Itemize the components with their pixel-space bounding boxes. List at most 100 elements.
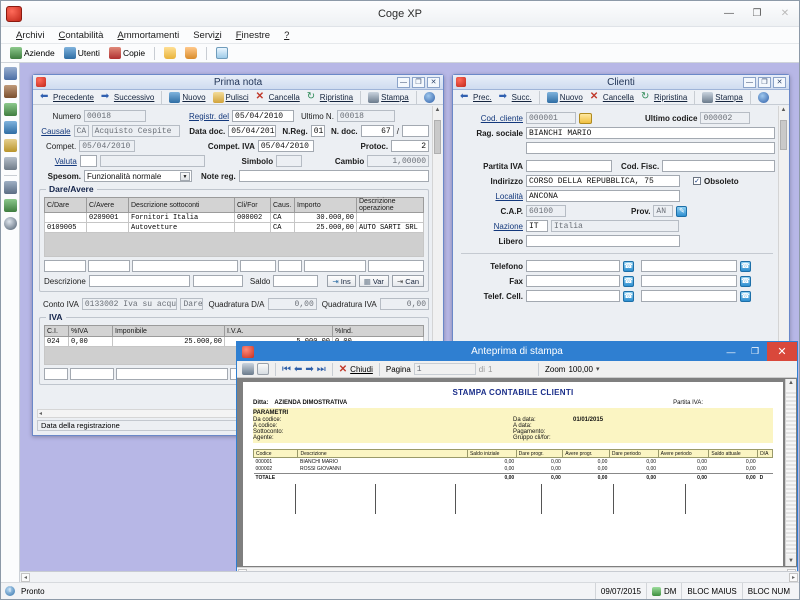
entry-caus[interactable] bbox=[278, 260, 302, 272]
prima-nota-close-button[interactable]: ✕ bbox=[427, 77, 440, 88]
scroll-up-arrow-icon[interactable]: ▲ bbox=[786, 379, 796, 388]
scroll-up-arrow-icon[interactable]: ▲ bbox=[779, 106, 788, 115]
toolbar-button-aziende[interactable]: Aziende bbox=[7, 47, 58, 59]
entry-row[interactable] bbox=[44, 260, 424, 272]
clienti-restore-button[interactable]: ❐ bbox=[758, 77, 771, 88]
menu-item-finestre[interactable]: Finestre bbox=[229, 30, 277, 41]
field-cap[interactable]: 60100 bbox=[526, 205, 566, 217]
grid-dare-avere[interactable]: C/Dare C/Avere Descrizione sottoconti Cl… bbox=[44, 197, 424, 233]
table-row[interactable]: 0109005 Autovetture CA 25.000,00 AUTO SA… bbox=[45, 223, 424, 233]
clienti-button-cancella[interactable]: ✕ Cancella bbox=[587, 92, 637, 103]
chevron-down-icon[interactable]: ▾ bbox=[596, 365, 600, 373]
checkbox-obsoleto[interactable]: ✓ bbox=[693, 177, 701, 185]
anteprima-pagina-input[interactable]: 1 bbox=[414, 363, 476, 375]
scroll-track[interactable] bbox=[786, 390, 796, 555]
field-saldo[interactable] bbox=[273, 275, 318, 287]
prev-page-icon[interactable]: ⬅ bbox=[294, 364, 302, 375]
prima-nota-window-controls[interactable]: — ❐ ✕ bbox=[397, 77, 443, 88]
toolbar-button-copie[interactable]: Copie bbox=[106, 47, 148, 59]
prima-nota-restore-button[interactable]: ❐ bbox=[412, 77, 425, 88]
clienti-button-help[interactable] bbox=[755, 92, 772, 103]
entry-imponibile[interactable] bbox=[116, 368, 228, 380]
anteprima-chiudi-label[interactable]: Chiudi bbox=[350, 365, 373, 374]
person-green-icon[interactable] bbox=[4, 103, 17, 116]
entry-c-avere[interactable] bbox=[88, 260, 130, 272]
dial-icon-5[interactable]: ☎ bbox=[623, 291, 634, 302]
field-cell-2[interactable] bbox=[641, 290, 737, 302]
search-icon[interactable] bbox=[4, 217, 17, 230]
hscroll-left-arrow-icon[interactable]: ◂ bbox=[39, 410, 42, 417]
clienti-toolbar[interactable]: ⬅ Prec. ➡ Succ. Nuovo ✕ Cancella bbox=[453, 90, 789, 105]
field-cell[interactable] bbox=[526, 290, 620, 302]
field-prov[interactable]: AN bbox=[653, 205, 673, 217]
field-telefono-2[interactable] bbox=[641, 260, 737, 272]
page-setup-icon[interactable] bbox=[257, 363, 269, 375]
entry-importo[interactable] bbox=[304, 260, 366, 272]
lookup-icon[interactable] bbox=[579, 113, 592, 124]
field-causale-code[interactable]: CA bbox=[74, 125, 89, 137]
side-toolbar[interactable] bbox=[1, 63, 20, 582]
print-icon[interactable] bbox=[242, 363, 254, 375]
field-registr-del[interactable]: 05/04/2010 bbox=[232, 110, 294, 122]
scroll-thumb[interactable] bbox=[434, 120, 441, 154]
clienti-minimize-button[interactable]: — bbox=[743, 77, 756, 88]
clienti-title-bar[interactable]: Clienti — ❐ ✕ bbox=[453, 75, 789, 90]
prima-nota-button-pulisci[interactable]: Pulisci bbox=[210, 92, 252, 103]
prima-nota-button-stampa[interactable]: Stampa bbox=[365, 92, 412, 103]
window-clienti[interactable]: Clienti — ❐ ✕ ⬅ Prec. ➡ Succ. bbox=[452, 74, 790, 369]
toolbar-button-save[interactable] bbox=[182, 47, 200, 59]
entry-c-dare[interactable] bbox=[44, 260, 86, 272]
clienti-button-ripristina[interactable]: ↻ Ripristina bbox=[638, 92, 690, 103]
anteprima-toolbar[interactable]: ⏮ ⬅ ➡ ⏭ ✕ Chiudi Pagina 1 di 1 Zoom 100,… bbox=[237, 361, 797, 378]
chevron-down-icon[interactable]: ▼ bbox=[180, 172, 190, 181]
anteprima-title-bar[interactable]: Anteprima di stampa — ❐ ✕ bbox=[237, 342, 797, 361]
dial-icon[interactable]: ☎ bbox=[623, 261, 634, 272]
users-group-icon[interactable] bbox=[4, 67, 17, 80]
field-fax-2[interactable] bbox=[641, 275, 737, 287]
field-indirizzo[interactable]: CORSO DELLA REPUBBLICA, 75 bbox=[526, 175, 680, 187]
field-cod-cliente[interactable]: 000001 bbox=[526, 112, 576, 124]
anteprima-minimize-button[interactable]: — bbox=[719, 342, 743, 361]
prima-nota-button-cancella[interactable]: ✕ Cancella bbox=[253, 92, 303, 103]
first-page-icon[interactable]: ⏮ bbox=[282, 364, 291, 375]
field-n-reg[interactable]: 01 bbox=[311, 125, 325, 137]
button-var[interactable]: ▦ Var bbox=[359, 275, 389, 287]
prima-nota-button-nuovo[interactable]: Nuovo bbox=[166, 92, 208, 103]
field-descrizione-2[interactable] bbox=[193, 275, 243, 287]
person-blue-icon[interactable] bbox=[4, 121, 17, 134]
toolbar-button-mail[interactable] bbox=[213, 47, 231, 59]
select-spesom[interactable]: Funzionalità normale ▼ bbox=[84, 170, 192, 182]
mdi-horizontal-scrollbar[interactable]: ◂ ▸ bbox=[20, 571, 799, 582]
menu-item-archivi[interactable]: AArchivirchivi bbox=[9, 30, 52, 41]
field-n-doc-2[interactable] bbox=[402, 125, 429, 137]
entry-ci[interactable] bbox=[44, 368, 68, 380]
clienti-window-controls[interactable]: — ❐ ✕ bbox=[743, 77, 789, 88]
anteprima-restore-button[interactable]: ❐ bbox=[743, 342, 767, 361]
menu-item-contabilita[interactable]: Contabilità bbox=[52, 30, 111, 41]
clienti-button-nuovo[interactable]: Nuovo bbox=[544, 92, 586, 103]
field-localita[interactable]: ANCONA bbox=[526, 190, 680, 202]
field-protoc[interactable]: 2 bbox=[391, 140, 429, 152]
anteprima-close-button[interactable]: ✕ bbox=[767, 342, 797, 361]
entry-descrizione[interactable] bbox=[132, 260, 238, 272]
main-toolbar[interactable]: Aziende Utenti Copie bbox=[1, 44, 799, 63]
button-ins[interactable]: ⇥ Ins bbox=[327, 275, 355, 287]
field-n-doc[interactable]: 67 bbox=[361, 125, 394, 137]
field-numero[interactable]: 00018 bbox=[84, 110, 146, 122]
menu-item-servizi[interactable]: Servizi bbox=[186, 30, 229, 41]
entry-descrizione-operazione[interactable] bbox=[368, 260, 424, 272]
anteprima-zoom-value[interactable]: 100,00 bbox=[568, 365, 592, 374]
button-can[interactable]: ⇥ Can bbox=[392, 275, 424, 287]
book-green-icon[interactable] bbox=[4, 199, 17, 212]
menu-bar[interactable]: AArchivirchivi Contabilità Ammortamenti … bbox=[1, 27, 799, 44]
prima-nota-button-successivo[interactable]: ➡ Successivo bbox=[98, 92, 157, 103]
toolbar-button-utenti[interactable]: Utenti bbox=[61, 47, 103, 59]
prima-nota-button-precedente[interactable]: ⬅ Precedente bbox=[37, 92, 97, 103]
dial-icon-3[interactable]: ☎ bbox=[623, 276, 634, 287]
clienti-button-succ[interactable]: ➡ Succ. bbox=[496, 92, 535, 103]
mdi-hscroll-right-arrow-icon[interactable]: ▸ bbox=[789, 573, 798, 582]
field-rag-sociale-2[interactable] bbox=[526, 142, 775, 154]
clienti-button-prec[interactable]: ⬅ Prec. bbox=[457, 92, 495, 103]
last-page-icon[interactable]: ⏭ bbox=[317, 364, 326, 375]
person-icon[interactable] bbox=[4, 85, 17, 98]
